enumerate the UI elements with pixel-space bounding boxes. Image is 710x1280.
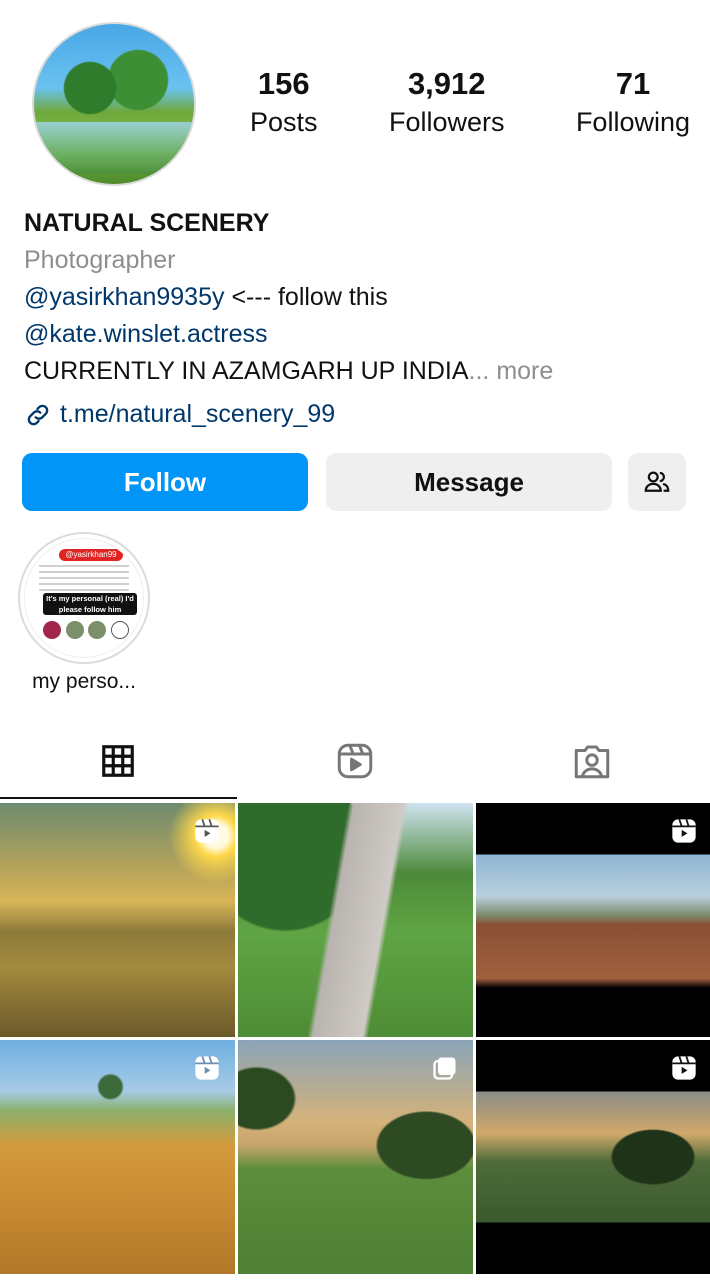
bio-more-button[interactable]: ... more — [469, 357, 554, 385]
story-highlight[interactable]: @yasirkhan99 It's my personal (real) I'd… — [18, 532, 150, 694]
follow-button[interactable]: Follow — [22, 453, 308, 511]
link-icon — [27, 404, 49, 425]
stat-posts-value: 156 — [257, 66, 310, 101]
stat-followers-label: Followers — [388, 107, 505, 137]
stat-posts-label: Posts — [250, 107, 318, 137]
post-thumbnail[interactable] — [0, 1040, 235, 1274]
posts-grid — [0, 803, 710, 1274]
mini-avatar — [43, 621, 61, 639]
stat-following-label: Following — [575, 107, 690, 137]
mini-avatar — [65, 621, 84, 639]
highlight-cover-tag: @yasirkhan99 — [59, 549, 123, 561]
highlight-cover-avatars — [43, 621, 129, 639]
stat-followers[interactable]: 3,912 Followers — [389, 66, 505, 140]
highlight-ring: @yasirkhan99 It's my personal (real) I'd… — [18, 532, 150, 664]
tab-reels[interactable] — [237, 722, 474, 800]
profile-link-text: t.me/natural_scenery_99 — [60, 400, 336, 428]
reel-icon — [195, 1056, 219, 1080]
bio-line-1: @yasirkhan9935y <--- follow this — [24, 279, 694, 316]
highlight-cover: @yasirkhan99 It's my personal (real) I'd… — [24, 538, 144, 658]
post-thumbnail[interactable] — [476, 803, 710, 1037]
carousel-icon — [433, 1057, 456, 1080]
mini-add-avatar — [110, 621, 129, 639]
stat-followers-value: 3,912 — [407, 66, 486, 101]
reel-icon — [672, 1056, 696, 1080]
profile-tabs — [0, 722, 710, 800]
suggested-accounts-button[interactable] — [628, 453, 686, 511]
profile-name: NATURAL SCENERY — [24, 209, 270, 237]
add-people-icon — [644, 471, 670, 492]
profile-stats: 156 Posts 3,912 Followers 71 Following — [250, 66, 690, 140]
bio-line-2: @kate.winslet.actress — [24, 316, 694, 353]
post-thumbnail[interactable] — [238, 803, 473, 1037]
post-thumbnail[interactable] — [238, 1040, 473, 1274]
message-button[interactable]: Message — [326, 453, 612, 511]
reels-icon — [337, 743, 373, 779]
active-tab-indicator — [0, 797, 237, 799]
bio-location-text: CURRENTLY IN AZAMGARH UP INDIA — [24, 357, 469, 385]
bio-text: <--- follow this — [224, 283, 388, 311]
post-thumbnail[interactable] — [476, 1040, 710, 1274]
tagged-icon — [574, 745, 609, 779]
reel-icon — [195, 819, 219, 843]
tab-posts-grid[interactable] — [0, 722, 237, 800]
profile-bio: NATURAL SCENERY Photographer @yasirkhan9… — [24, 205, 694, 433]
grid-icon — [102, 745, 135, 777]
highlight-cover-text-lines — [39, 565, 129, 591]
mini-avatar — [88, 621, 107, 639]
highlight-label: my perso... — [32, 670, 136, 693]
profile-category: Photographer — [24, 246, 176, 274]
stat-following[interactable]: 71 Following — [576, 66, 690, 140]
post-thumbnail[interactable] — [0, 803, 235, 1037]
stat-following-value: 71 — [615, 66, 651, 101]
avatar-image-detail — [34, 122, 194, 174]
bio-mention-link[interactable]: @yasirkhan9935y — [24, 283, 225, 311]
profile-external-link[interactable]: t.me/natural_scenery_99 — [24, 396, 694, 433]
bio-mention-link-2[interactable]: @kate.winslet.actress — [24, 320, 268, 348]
profile-avatar[interactable] — [32, 22, 196, 186]
highlight-cover-caption: It's my personal (real) I'd please follo… — [43, 593, 137, 615]
reel-icon — [672, 819, 696, 843]
stat-posts[interactable]: 156 Posts — [250, 66, 318, 140]
bio-line-3: CURRENTLY IN AZAMGARH UP INDIA... more — [24, 353, 694, 390]
tab-tagged[interactable] — [473, 722, 710, 800]
